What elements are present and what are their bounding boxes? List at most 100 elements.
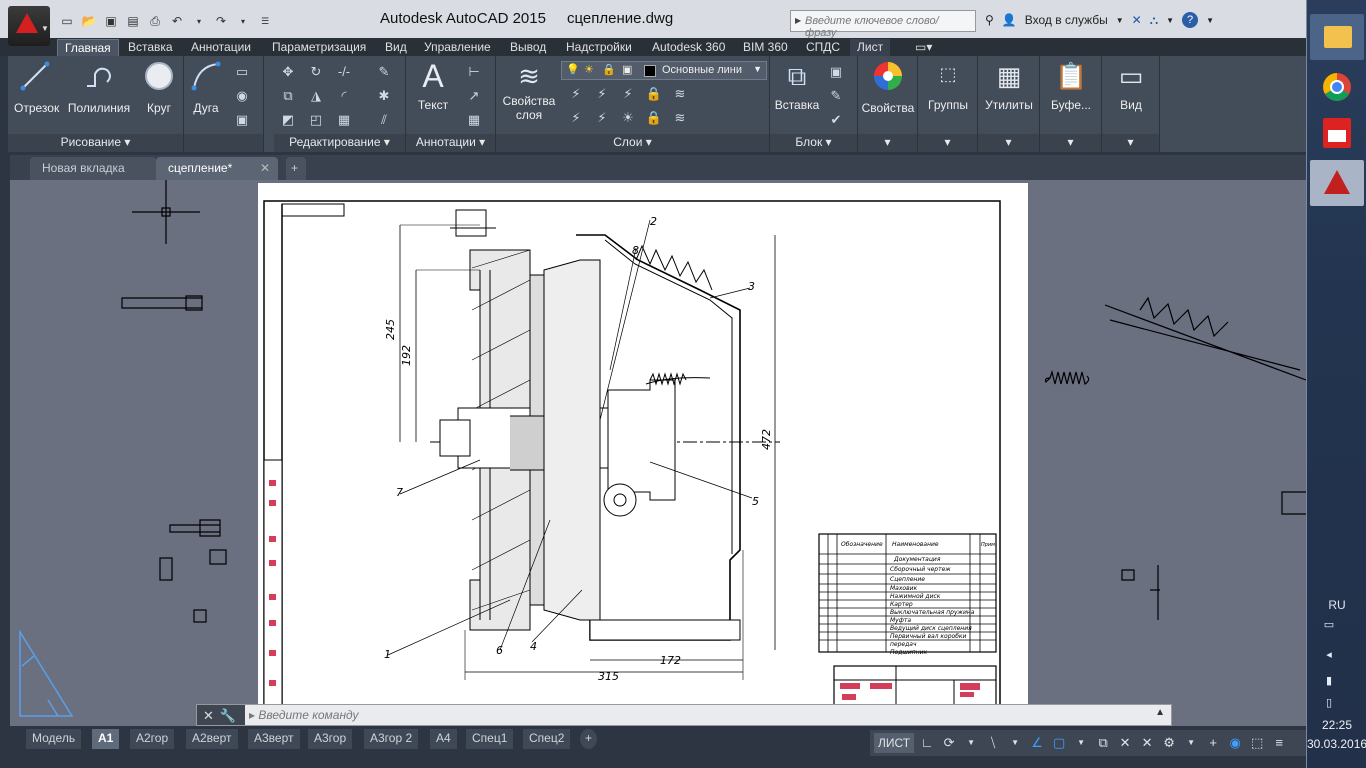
tab-manage[interactable]: Управление (417, 39, 498, 56)
tray-monitor-icon[interactable]: ▭ (1321, 618, 1337, 634)
leader-icon[interactable]: ↗ (464, 86, 484, 106)
save-app-icon[interactable] (1310, 110, 1364, 156)
undo-icon[interactable]: ↶ (168, 12, 186, 30)
layout-tab[interactable]: Спец1 (466, 729, 514, 749)
tab-addins[interactable]: Надстройки (559, 39, 639, 56)
tab-spds[interactable]: СПДС (799, 39, 847, 56)
tab-new[interactable]: Новая вкладка (30, 157, 156, 180)
arc-button[interactable]: Дуга (188, 60, 224, 115)
move-icon[interactable]: ✥ (278, 62, 298, 82)
redo-icon[interactable]: ↷ (212, 12, 230, 30)
isodraft-icon[interactable]: ∠ (1028, 733, 1046, 753)
layer-tool-icon[interactable]: ☀ (618, 108, 638, 128)
tab-current-file[interactable]: сцепление* ✕ (156, 157, 278, 180)
erase-icon[interactable]: ✎ (374, 62, 394, 82)
annotation-scale-icon[interactable]: ✕ (1116, 733, 1134, 753)
attribute-icon[interactable]: ✔ (826, 110, 846, 130)
layer-tool-icon[interactable]: ⚡ (566, 84, 586, 104)
help-icon[interactable]: ? (1182, 12, 1199, 28)
trim-icon[interactable]: -/- (334, 62, 354, 82)
properties-button[interactable]: Свойства (860, 60, 916, 115)
polar-icon[interactable]: ⟳ (940, 733, 958, 753)
clock-time[interactable]: 22:25 (1307, 718, 1366, 732)
print-icon[interactable]: ⎙ (146, 12, 164, 30)
explode-icon[interactable]: ✱ (374, 86, 394, 106)
layout-tab[interactable]: A4 (430, 729, 457, 749)
panel-expand-clipboard[interactable]: ▾ (1040, 134, 1101, 152)
insert-block-button[interactable]: ⧉ Вставка (772, 60, 822, 112)
chevron-up-icon[interactable]: ▲ (1155, 707, 1165, 718)
text-button[interactable]: A Текст (410, 60, 456, 112)
sign-in-button[interactable]: Вход в службы (1025, 13, 1108, 27)
line-button[interactable]: Отрезок (14, 60, 59, 115)
region-icon[interactable]: ▣ (232, 110, 252, 130)
command-input[interactable]: ▸ Введите команду (249, 708, 359, 722)
panel-expand-groups[interactable]: ▾ (918, 134, 977, 152)
search-input[interactable]: ▶ Введите ключевое слово/фразу (790, 10, 976, 39)
tab-bim-360[interactable]: BIM 360 (736, 39, 795, 56)
dropdown-icon[interactable]: ▼ (1006, 733, 1024, 753)
layer-tool-icon[interactable]: ⚡ (618, 84, 638, 104)
dropdown-icon[interactable]: ▼ (1182, 733, 1200, 753)
scale-icon[interactable]: ◰ (306, 110, 326, 130)
close-icon[interactable]: ✕ (203, 708, 214, 723)
rotate-icon[interactable]: ↻ (306, 62, 326, 82)
new-file-icon[interactable]: ▭ (58, 12, 76, 30)
tab-home[interactable]: Главная (57, 39, 119, 56)
dropdown-icon[interactable]: ▾ (234, 12, 252, 30)
chevron-down-icon[interactable]: ▼ (1166, 16, 1174, 25)
circle-button[interactable]: Круг (140, 60, 178, 115)
tab-view[interactable]: Вид (378, 39, 414, 56)
tab-output[interactable]: Вывод (503, 39, 553, 56)
layout-tab-a1[interactable]: A1 (92, 729, 120, 749)
language-indicator[interactable]: RU (1307, 598, 1366, 612)
layer-tool-icon[interactable]: ≋ (670, 84, 690, 104)
layer-tool-icon[interactable]: 🔒 (644, 108, 664, 128)
save-icon[interactable]: ▣ (102, 12, 120, 30)
tab-autodesk-360[interactable]: Autodesk 360 (645, 39, 732, 56)
hatch-icon[interactable]: ◉ (232, 86, 252, 106)
panel-title-modify[interactable]: Редактирование ▾ (274, 134, 405, 152)
chevron-down-icon[interactable]: ▼ (1116, 16, 1124, 25)
drawing-canvas[interactable]: 245 192 472 315 172 1 2 3 4 5 6 7 8 Обоз… (10, 180, 1306, 726)
dropdown-icon[interactable]: ▾ (190, 12, 208, 30)
layout-tab[interactable]: A2гор (130, 729, 175, 749)
layer-dropdown[interactable]: 💡 ☀ 🔒 ▣ Основные лини ▼ (561, 61, 767, 80)
rectangle-icon[interactable]: ▭ (232, 62, 252, 82)
annotation-visibility-icon[interactable]: ✕ (1138, 733, 1156, 753)
panel-expand-view[interactable]: ▾ (1102, 134, 1159, 152)
dropdown-icon[interactable]: ▼ (1072, 733, 1090, 753)
exchange-apps-icon[interactable]: ✕ (1132, 13, 1142, 27)
isolate-icon[interactable]: ◉ (1226, 733, 1244, 753)
layout-tab-model[interactable]: Модель (26, 729, 82, 749)
layout-tab[interactable]: A3верт (248, 729, 300, 749)
snap-icon[interactable]: ∟ (918, 733, 936, 753)
layer-properties-button[interactable]: ≋ Свойства слоя (500, 60, 558, 122)
open-folder-icon[interactable]: 📂 (80, 12, 98, 30)
add-tab-icon[interactable]: + (286, 157, 306, 180)
panel-title-draw[interactable]: Рисование ▾ (8, 134, 183, 152)
array-icon[interactable]: ▦ (334, 110, 354, 130)
autocad-taskbar-icon[interactable] (1310, 160, 1364, 206)
panel-expand-properties[interactable]: ▾ (858, 134, 917, 152)
layout-tab[interactable]: A2верт (186, 729, 238, 749)
layout-tab[interactable]: A3гор (308, 729, 353, 749)
stretch-icon[interactable]: ◩ (278, 110, 298, 130)
layer-tool-icon[interactable]: ≋ (670, 108, 690, 128)
tab-insert[interactable]: Вставка (121, 39, 180, 56)
dropdown-icon[interactable]: ▼ (962, 733, 980, 753)
dimension-icon[interactable]: ⊢ (464, 62, 484, 82)
hardware-accel-icon[interactable]: ⬚ (1248, 733, 1266, 753)
panel-title-annotation[interactable]: Аннотации ▾ (406, 134, 495, 152)
table-icon[interactable]: ▦ (464, 110, 484, 130)
chrome-icon[interactable] (1310, 64, 1364, 110)
a360-icon[interactable]: ⛬ (1150, 13, 1158, 28)
plus-icon[interactable]: + (1204, 733, 1222, 753)
view-button[interactable]: ▭ Вид (1104, 60, 1158, 112)
panel-expand-utilities[interactable]: ▾ (978, 134, 1039, 152)
panel-title-layers[interactable]: Слои ▾ (496, 134, 769, 152)
network-icon[interactable]: ▮ (1321, 674, 1337, 690)
fillet-icon[interactable]: ◜ (334, 86, 354, 106)
layer-tool-icon[interactable]: ⚡ (592, 84, 612, 104)
clipboard-button[interactable]: 📋 Буфе... (1042, 60, 1100, 112)
